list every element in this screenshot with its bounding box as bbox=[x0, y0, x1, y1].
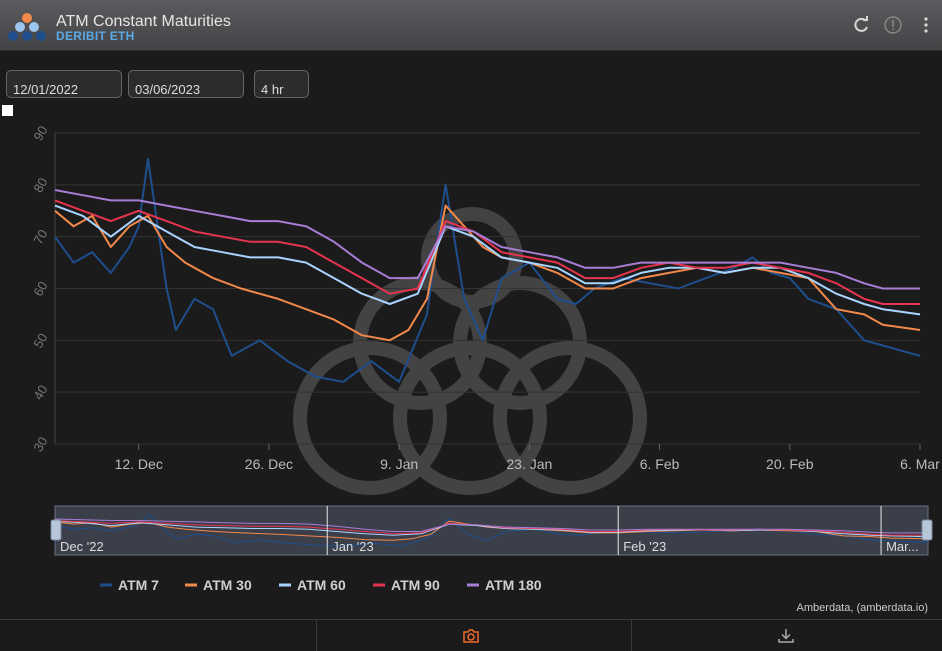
legend-item[interactable]: ATM 7 bbox=[100, 577, 159, 593]
navigator-label: Feb '23 bbox=[623, 539, 666, 554]
y-tick-label: 80 bbox=[30, 175, 50, 195]
legend-item[interactable]: ATM 60 bbox=[279, 577, 346, 593]
y-tick-label: 40 bbox=[30, 382, 50, 402]
end-date-input[interactable]: 03/06/2023 bbox=[128, 70, 244, 98]
series-line-atm-30 bbox=[54, 204, 921, 342]
legend-label: ATM 7 bbox=[118, 577, 159, 593]
y-tick-label: 70 bbox=[30, 227, 50, 247]
navigator-label: Mar... bbox=[886, 539, 919, 554]
checkbox[interactable] bbox=[2, 105, 13, 116]
navigator-label: Jan '23 bbox=[332, 539, 374, 554]
amberdata-logo-icon bbox=[8, 13, 46, 41]
x-tick-label: 26. Dec bbox=[245, 456, 293, 472]
credit-text: Amberdata, (amberdata.io) bbox=[796, 602, 928, 614]
refresh-icon[interactable] bbox=[851, 15, 871, 35]
legend-item[interactable]: ATM 30 bbox=[185, 577, 252, 593]
x-tick-label: 20. Feb bbox=[766, 456, 814, 472]
navigator-label: Dec '22 bbox=[60, 539, 104, 554]
info-icon[interactable] bbox=[883, 15, 903, 35]
x-tick-label: 9. Jan bbox=[380, 456, 418, 472]
legend-label: ATM 30 bbox=[203, 577, 252, 593]
x-tick-label: 12. Dec bbox=[115, 456, 163, 472]
legend-label: ATM 180 bbox=[485, 577, 542, 593]
legend-item[interactable]: ATM 180 bbox=[467, 577, 542, 593]
interval-select[interactable]: 4 hr bbox=[254, 70, 309, 98]
start-date-input[interactable]: 12/01/2022 bbox=[6, 70, 122, 98]
legend-label: ATM 60 bbox=[297, 577, 346, 593]
camera-icon[interactable] bbox=[461, 626, 481, 646]
download-icon[interactable] bbox=[776, 626, 796, 646]
header: ATM Constant Maturities DERIBIT ETH bbox=[0, 0, 942, 51]
legend-item[interactable]: ATM 90 bbox=[373, 577, 440, 593]
x-tick-label: 6. Feb bbox=[640, 456, 680, 472]
y-tick-label: 90 bbox=[30, 123, 50, 143]
x-tick-label: 6. Mar bbox=[900, 456, 940, 472]
x-tick-label: 23. Jan bbox=[506, 456, 552, 472]
footer-toolbar bbox=[0, 619, 942, 651]
more-options-icon[interactable] bbox=[916, 15, 936, 35]
navigator-handle[interactable] bbox=[921, 519, 933, 541]
y-tick-label: 50 bbox=[30, 331, 50, 351]
y-tick-label: 30 bbox=[30, 434, 50, 454]
legend-label: ATM 90 bbox=[391, 577, 440, 593]
chart-area: 30 40 50 60 70 80 90 12. Dec 26. Dec 9. Jan 23. Ja… bbox=[30, 123, 940, 593]
page-subtitle: DERIBIT ETH bbox=[56, 29, 135, 43]
y-tick-label: 60 bbox=[30, 279, 50, 299]
navigator-handle[interactable] bbox=[50, 519, 62, 541]
